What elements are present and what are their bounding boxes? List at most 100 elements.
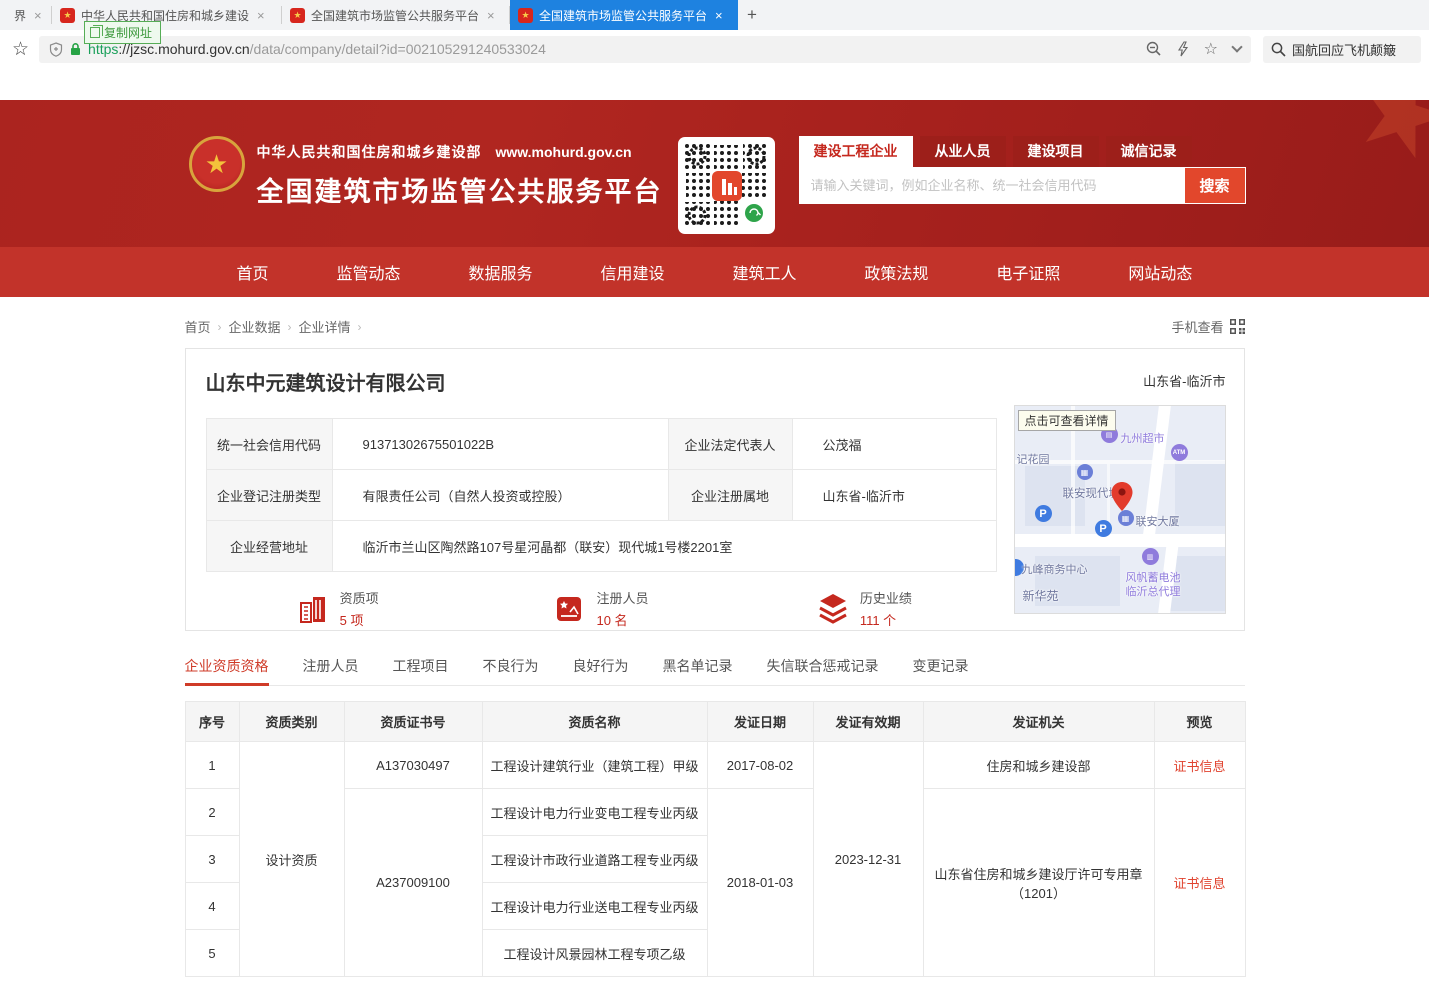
close-icon[interactable]: × [487, 8, 495, 23]
tab-title: 界 [14, 7, 26, 24]
map-road [1015, 534, 1226, 547]
qual-name-cell: 工程设计市政行业道路工程专业丙级 [482, 836, 707, 883]
breadcrumb: 首页 › 企业数据 › 企业详情 › 手机查看 [185, 317, 1245, 336]
quick-search-box[interactable]: 国航回应飞机颠簸 [1263, 36, 1421, 63]
browser-tab-2[interactable]: ★ 全国建筑市场监管公共服务平台 × [282, 0, 510, 30]
parking-icon: P [1035, 505, 1052, 522]
qr-small-icon[interactable] [1230, 319, 1245, 334]
qual-name-cell: 工程设计电力行业变电工程专业丙级 [482, 789, 707, 836]
stat-value: 111 个 [860, 610, 912, 629]
reg-place-value: 山东省-临沂市 [792, 470, 996, 521]
breadcrumb-company-detail[interactable]: 企业详情 [299, 317, 351, 336]
tab-qualifications[interactable]: 企业资质资格 [185, 656, 269, 685]
breadcrumb-home[interactable]: 首页 [185, 317, 211, 336]
shield-icon[interactable] [49, 42, 63, 57]
tab-projects[interactable]: 工程项目 [393, 656, 449, 685]
map-label-battery-2: 临沂总代理 [1126, 583, 1181, 599]
browser-toolbar: ☆ https://jzsc.mohurd.gov.cn/data/compan… [0, 30, 1429, 68]
search-tab-enterprise[interactable]: 建设工程企业 [799, 136, 913, 167]
national-emblem-logo: ★ [189, 136, 245, 192]
ministry-url: www.mohurd.gov.cn [496, 144, 632, 160]
col-cert-no: 资质证书号 [344, 702, 482, 742]
close-icon[interactable]: × [715, 8, 723, 23]
nav-item-site-news[interactable]: 网站动态 [1128, 260, 1192, 284]
tab-good-behavior[interactable]: 良好行为 [573, 656, 629, 685]
nav-item-data-service[interactable]: 数据服务 [468, 260, 532, 284]
new-tab-button[interactable]: + [738, 0, 766, 30]
search-tab-personnel[interactable]: 从业人员 [920, 136, 1006, 167]
main-nav: 首页 监管动态 数据服务 信用建设 建筑工人 政策法规 电子证照 网站动态 [0, 247, 1429, 297]
certificate-info-link[interactable]: 证书信息 [1154, 789, 1245, 977]
parking-icon: P [1095, 520, 1112, 537]
close-icon[interactable]: × [34, 8, 42, 23]
browser-tab-active[interactable]: ★ 全国建筑市场监管公共服务平台 × [510, 0, 738, 30]
battery-shop-icon: ▥ [1142, 548, 1159, 565]
tab-blacklist[interactable]: 黑名单记录 [663, 656, 733, 685]
map-label-garden: 记花园 [1017, 451, 1050, 467]
nav-item-workers[interactable]: 建筑工人 [732, 260, 796, 284]
breadcrumb-company-data[interactable]: 企业数据 [229, 317, 281, 336]
seq-cell: 1 [185, 742, 239, 789]
search-tab-credit[interactable]: 诚信记录 [1106, 136, 1192, 167]
col-issuer: 发证机关 [923, 702, 1154, 742]
stat-value: 5 项 [340, 610, 379, 629]
favorite-star-icon[interactable]: ☆ [1204, 39, 1218, 59]
tab-change-records[interactable]: 变更记录 [913, 656, 969, 685]
category-cell: 设计资质 [239, 742, 344, 977]
tab-dishonesty-records[interactable]: 失信联合惩戒记录 [767, 656, 879, 685]
atm-icon: ATM [1171, 444, 1188, 461]
nav-item-policy[interactable]: 政策法规 [864, 260, 928, 284]
nav-item-supervision[interactable]: 监管动态 [336, 260, 400, 284]
tab-title: 全国建筑市场监管公共服务平台 [539, 7, 707, 24]
seq-cell: 2 [185, 789, 239, 836]
company-region: 山东省-临沂市 [1143, 371, 1225, 390]
bookmark-star-icon[interactable]: ☆ [12, 38, 29, 61]
layers-icon [816, 592, 850, 626]
map-label-jiufeng: 九峰商务中心 [1022, 561, 1088, 577]
qualification-table: 序号 资质类别 资质证书号 资质名称 发证日期 发证有效期 发证机关 预览 1 … [185, 701, 1246, 977]
col-issue-date: 发证日期 [707, 702, 813, 742]
zoom-out-icon[interactable] [1146, 41, 1162, 57]
stat-history-performance[interactable]: 历史业绩 111 个 [732, 588, 995, 629]
breadcrumb-separator: › [218, 320, 222, 334]
copy-url-label: 复制网址 [104, 24, 152, 41]
location-map[interactable]: 点击可查看详情 ▤ 九州超市 ATM 记花园 ▦ 联安现代城 ▦ 联安大厦 P … [1014, 405, 1226, 614]
stat-registered-personnel[interactable]: 注册人员 10 名 [469, 588, 732, 629]
search-tab-project[interactable]: 建设项目 [1013, 136, 1099, 167]
nav-item-e-cert[interactable]: 电子证照 [996, 260, 1060, 284]
col-name: 资质名称 [482, 702, 707, 742]
seq-cell: 4 [185, 883, 239, 930]
seq-cell: 3 [185, 836, 239, 883]
lightning-icon[interactable] [1177, 41, 1189, 57]
close-icon[interactable]: × [257, 8, 265, 23]
map-pin-icon [1111, 482, 1133, 512]
mobile-view-label[interactable]: 手机查看 [1171, 317, 1223, 336]
tab-bad-behavior[interactable]: 不良行为 [483, 656, 539, 685]
quick-search-text: 国航回应飞机颠簸 [1292, 40, 1396, 59]
building-poi-icon: ▦ [1077, 464, 1093, 480]
nav-item-credit[interactable]: 信用建设 [600, 260, 664, 284]
breadcrumb-separator: › [288, 320, 292, 334]
reg-place-label: 企业注册属地 [668, 470, 792, 521]
map-label-supermarket: 九州超市 [1121, 430, 1165, 446]
reg-type-value: 有限责任公司（自然人投资或控股） [332, 470, 668, 521]
table-row: 1 设计资质 A137030497 工程设计建筑行业（建筑工程）甲级 2017-… [185, 742, 1245, 789]
col-seq: 序号 [185, 702, 239, 742]
stat-qualifications[interactable]: 资质项 5 项 [206, 588, 469, 629]
address-label: 企业经营地址 [206, 521, 332, 572]
valid-until-cell: 2023-12-31 [813, 742, 923, 977]
tab-registered-personnel[interactable]: 注册人员 [303, 656, 359, 685]
copy-url-tooltip[interactable]: 复制网址 [84, 21, 161, 44]
chevron-down-icon[interactable] [1231, 41, 1242, 52]
map-label-lianan-tower: 联安大厦 [1136, 513, 1180, 529]
building-icon [296, 592, 330, 626]
search-button[interactable]: 搜索 [1184, 167, 1246, 204]
certificate-info-link[interactable]: 证书信息 [1154, 742, 1245, 789]
stat-value: 10 名 [596, 610, 648, 629]
qual-name-cell: 工程设计建筑行业（建筑工程）甲级 [482, 742, 707, 789]
site-favicon-icon: ★ [60, 8, 75, 23]
nav-item-home[interactable]: 首页 [237, 260, 269, 284]
keyword-search-input[interactable] [799, 167, 1184, 204]
browser-tab-partial[interactable]: 界 × [0, 0, 52, 30]
address-bar[interactable]: https://jzsc.mohurd.gov.cn/data/company/… [39, 36, 1251, 63]
